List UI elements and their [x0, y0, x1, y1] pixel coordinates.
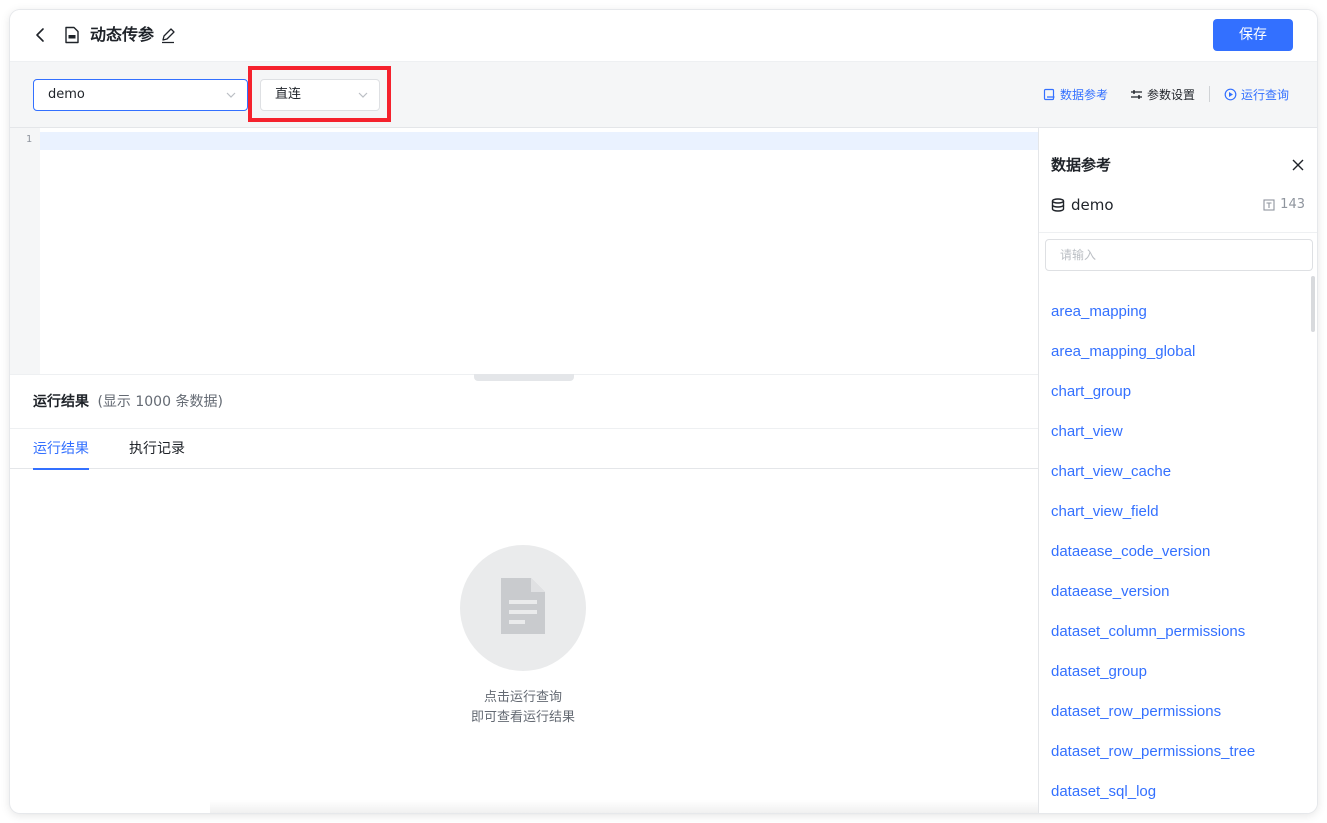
connection-mode-select[interactable]: 直连: [260, 79, 380, 111]
table-list-item[interactable]: dataset_sql_log: [1039, 772, 1309, 812]
table-list-item[interactable]: chart_group: [1039, 372, 1309, 412]
sliders-icon: [1130, 89, 1142, 99]
table-list-item[interactable]: dataset_column_permissions: [1039, 612, 1309, 652]
query-toolbar: demo 直连 数据参考 参数设置 运行查询: [10, 62, 1317, 128]
database-icon: [1051, 198, 1065, 212]
table-list: area_mapping area_mapping_global chart_gro…: [1039, 292, 1309, 812]
chevron-down-icon: [226, 92, 236, 98]
table-list-item[interactable]: dataset_group: [1039, 652, 1309, 692]
chevron-left-icon[interactable]: [32, 26, 50, 44]
datasource-select[interactable]: demo: [33, 79, 248, 111]
results-tabs: 运行结果 执行记录: [10, 428, 1038, 470]
panel-datasource-name: demo: [1071, 196, 1114, 214]
data-reference-panel: 数据参考 demo 143 area_mappingarea_mapping_g…: [1038, 128, 1317, 813]
table-search-input[interactable]: [1045, 239, 1313, 271]
document-icon: [501, 578, 545, 634]
table-count-value: 143: [1280, 197, 1305, 212]
table-icon: [1263, 198, 1275, 211]
sql-file-icon: [65, 26, 79, 44]
panel-divider: [1039, 232, 1317, 233]
table-list-item[interactable]: dataease_code_version: [1039, 532, 1309, 572]
tab-execution-log[interactable]: 执行记录: [129, 439, 185, 459]
empty-state-text: 点击运行查询 即可查看运行结果: [373, 688, 673, 728]
run-query-label: 运行查询: [1240, 87, 1289, 102]
edit-pencil-icon[interactable]: [160, 26, 176, 44]
results-title: 运行结果: [33, 394, 89, 410]
data-reference-label: 数据参考: [1059, 87, 1108, 102]
chevron-down-icon: [358, 92, 368, 98]
table-list-item[interactable]: area_mapping_global: [1039, 332, 1309, 372]
table-list-item[interactable]: dataease_version: [1039, 572, 1309, 612]
data-reference-icon: [1043, 88, 1055, 100]
results-header: 运行结果 (显示 1000 条数据): [33, 392, 223, 412]
editor-resize-handle[interactable]: [474, 374, 574, 381]
table-list-item[interactable]: dataset_row_permissions: [1039, 692, 1309, 732]
table-list-item[interactable]: dataset_row_permissions_tree: [1039, 732, 1309, 772]
bottom-fade: [210, 800, 1040, 813]
sql-code-editor[interactable]: 1: [10, 128, 1038, 374]
toolbar-divider: [1208, 86, 1210, 102]
table-count: 143: [1263, 197, 1305, 212]
tab-run-results[interactable]: 运行结果: [33, 439, 89, 470]
data-reference-button[interactable]: 数据参考: [1043, 86, 1108, 103]
param-settings-button[interactable]: 参数设置: [1130, 86, 1195, 103]
close-icon[interactable]: [1291, 158, 1305, 172]
panel-title: 数据参考: [1051, 156, 1112, 174]
empty-state-illustration: [460, 545, 586, 671]
table-list-item[interactable]: area_mapping: [1039, 292, 1309, 332]
run-query-button[interactable]: 运行查询: [1224, 86, 1289, 103]
table-list-item[interactable]: chart_view_cache: [1039, 452, 1309, 492]
active-line-highlight: [40, 132, 1038, 150]
datasource-select-value: demo: [48, 87, 85, 102]
connection-mode-value: 直连: [275, 87, 302, 102]
table-list-item[interactable]: chart_view: [1039, 412, 1309, 452]
toolbar-actions: 数据参考 参数设置 运行查询: [1021, 84, 1289, 104]
line-number: 1: [26, 134, 33, 145]
results-count-text: (显示 1000 条数据): [97, 394, 223, 410]
table-list-item[interactable]: chart_view_field: [1039, 492, 1309, 532]
sql-editor-window: 动态传参 保存 demo 直连 数据参考 参数设置 运行查询 1 运行结果 (显…: [10, 10, 1317, 813]
page-title: 动态传参: [90, 25, 155, 44]
panel-datasource: demo: [1051, 196, 1114, 214]
line-number-gutter: 1: [10, 128, 40, 374]
empty-state-line2: 即可查看运行结果: [470, 710, 575, 725]
play-circle-icon: [1224, 88, 1237, 100]
header-bar: 动态传参 保存: [10, 10, 1317, 62]
panel-scrollbar[interactable]: [1311, 276, 1315, 332]
save-button[interactable]: 保存: [1213, 19, 1293, 51]
param-settings-label: 参数设置: [1146, 87, 1195, 102]
empty-state-line1: 点击运行查询: [483, 690, 562, 705]
